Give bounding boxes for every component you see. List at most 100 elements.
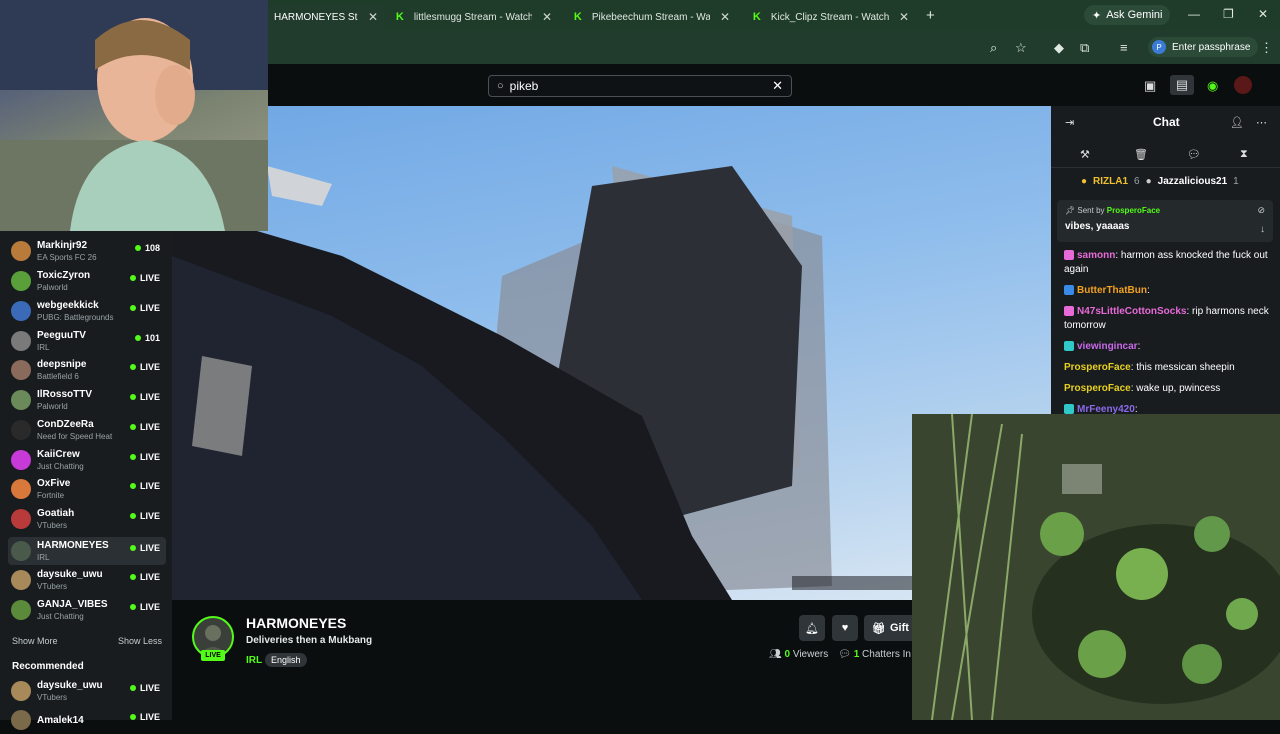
channel-name: Amalek14: [37, 714, 84, 726]
bookmark-star-icon[interactable]: ☆: [1015, 40, 1027, 56]
notification-bell-button[interactable]: 🔔︎: [799, 615, 825, 641]
stream-category-link[interactable]: IRL: [246, 655, 262, 666]
live-status: 108: [134, 243, 160, 253]
sidebar-item-toxiczyron[interactable]: ToxicZyron Palworld LIVE: [8, 267, 166, 295]
hammer-icon[interactable]: ⚒: [1080, 148, 1090, 161]
chat-username[interactable]: viewingincar: [1077, 341, 1138, 352]
maximize-icon[interactable]: ❐: [1223, 7, 1234, 21]
chat-username[interactable]: ProsperoFace: [1064, 383, 1131, 394]
live-dot-icon: [129, 574, 136, 580]
gifter-rank-icon: ●: [1081, 175, 1088, 187]
sidebar-item-daysuke-uwu[interactable]: daysuke_uwu VTubers LIVE: [8, 566, 166, 594]
sidebar-item-markinjr92[interactable]: Markinjr92 EA Sports FC 26 108: [8, 237, 166, 265]
close-icon[interactable]: ✕: [368, 10, 378, 24]
sidebar-item-condzeera[interactable]: ConDZeeRa Need for Speed Heat LIVE: [8, 416, 166, 444]
media-queue-icon[interactable]: ≡: [1120, 40, 1128, 55]
passphrase-button[interactable]: P Enter passphrase: [1148, 37, 1259, 57]
sub-badge-icon: [1064, 341, 1074, 352]
chat-username[interactable]: samonn: [1077, 250, 1115, 261]
trash-icon[interactable]: 🗑︎: [1134, 148, 1148, 161]
sidebar-item-recommended-daysuke-uwu[interactable]: daysuke_uwu VTubers LIVE: [8, 677, 166, 705]
theatre-mode-icon[interactable]: ▣: [1144, 78, 1156, 94]
viewer-count: 101: [144, 333, 160, 343]
user-avatar[interactable]: [1234, 76, 1252, 94]
search-input[interactable]: pikeb: [510, 79, 539, 93]
sidebar-item-harmoneyes[interactable]: HARMONEYES IRL LIVE: [8, 537, 166, 565]
chat-bubble-icon[interactable]: 💬︎: [1187, 148, 1201, 161]
live-dot-icon: [129, 275, 136, 281]
pinned-message[interactable]: 📌︎ Sent by ProsperoFace vibes, yaaaas ⊘ …: [1057, 200, 1273, 242]
chat-username[interactable]: ButterThatBun: [1077, 285, 1147, 296]
ask-gemini-button[interactable]: ✦ Ask Gemini: [1084, 5, 1171, 25]
minimize-icon[interactable]: —: [1188, 7, 1200, 21]
show-more-link[interactable]: Show More: [12, 636, 58, 646]
channel-name: ToxicZyron: [37, 270, 91, 281]
browser-tab[interactable]: K littlesmugg Stream - Watch Live on Kic…: [388, 4, 558, 30]
window-close-icon[interactable]: ✕: [1258, 7, 1268, 21]
tab-title: littlesmugg Stream - Watch Live on Kick: [413, 11, 532, 23]
hide-pin-icon[interactable]: ⊘: [1257, 205, 1265, 216]
browser-tab[interactable]: K Pikebeechum Stream - Watch Live on Kic…: [566, 4, 736, 30]
channel-category: Palworld: [37, 402, 68, 411]
channel-category: VTubers: [37, 693, 67, 702]
browser-tab[interactable]: HARMONEYES Stream - Watch Live on Kick ✕: [268, 4, 384, 30]
extensions-puzzle-icon[interactable]: ⧉: [1080, 40, 1089, 56]
chatters-stat: 💬︎ 1 Chatters In: [838, 649, 911, 660]
channel-category: Need for Speed Heat: [37, 432, 113, 441]
collapse-chat-icon[interactable]: ⇥: [1065, 116, 1074, 129]
close-icon[interactable]: ✕: [720, 10, 730, 24]
chat-text: this messican sheepin: [1136, 362, 1235, 373]
chat-users-icon[interactable]: 👤︎: [1230, 116, 1244, 129]
zoom-icon[interactable]: ⌕: [990, 40, 997, 56]
live-dot-icon: [129, 685, 136, 691]
channel-category: Palworld: [37, 283, 68, 292]
dashboard-icon[interactable]: ▤: [1170, 75, 1194, 95]
browser-tab[interactable]: K Kick_Clipz Stream - Watch Live on Kick…: [745, 4, 915, 30]
live-dot-icon: [129, 305, 136, 311]
channel-category: IRL: [37, 343, 50, 352]
hourglass-icon[interactable]: ⧗: [1240, 148, 1248, 161]
browser-menu-icon[interactable]: ⋮: [1260, 40, 1273, 56]
live-status: LIVE: [129, 362, 160, 372]
channel-name-heading[interactable]: HARMONEYES: [246, 615, 346, 631]
top-gifter-name[interactable]: Jazzalicious21: [1158, 176, 1227, 187]
kick-coin-icon[interactable]: ◉: [1207, 78, 1218, 94]
follow-heart-button[interactable]: ♥: [832, 615, 858, 641]
expand-arrow-icon[interactable]: ↓: [1260, 224, 1265, 235]
sidebar-item-webgeekkick[interactable]: webgeekkick PUBG: Battlegrounds LIVE: [8, 297, 166, 325]
pin-icon: 📌︎: [1065, 206, 1076, 215]
sidebar-item-ilrossottv[interactable]: IlRossoTTV Palworld LIVE: [8, 386, 166, 414]
sidebar-item-recommended-amalek14[interactable]: Amalek14 LIVE: [8, 706, 166, 734]
sub-badge-icon: [1064, 250, 1074, 261]
search-bar[interactable]: ○ pikeb ✕: [488, 75, 792, 97]
chat-more-icon[interactable]: ⋯: [1256, 116, 1267, 129]
sidebar-item-goatiah[interactable]: Goatiah VTubers LIVE: [8, 505, 166, 533]
sidebar-item-deepsnipe[interactable]: deepsnipe Battlefield 6 LIVE: [8, 356, 166, 384]
sub-badge-icon: [1064, 306, 1074, 317]
avatar: [11, 479, 31, 499]
clear-search-icon[interactable]: ✕: [772, 78, 783, 94]
close-icon[interactable]: ✕: [542, 10, 552, 24]
top-gifter-name[interactable]: RIZLA1: [1093, 176, 1128, 187]
sidebar-item-kaiicrew[interactable]: KaiiCrew Just Chatting LIVE: [8, 446, 166, 474]
gift-subs-button[interactable]: 🎁︎ Gift S: [864, 615, 912, 641]
live-status: LIVE: [129, 572, 160, 582]
viewer-stats: 👥︎ 0 Viewers 💬︎ 1 Chatters In: [769, 649, 911, 660]
show-less-link[interactable]: Show Less: [118, 636, 162, 646]
extension-diamond-icon[interactable]: ◆: [1054, 40, 1064, 56]
chat-username[interactable]: ProsperoFace: [1064, 362, 1131, 373]
tab-title: HARMONEYES Stream - Watch Live on Kick: [274, 11, 358, 23]
new-tab-button[interactable]: +: [926, 7, 935, 24]
sidebar-item-peeguutv[interactable]: PeeguuTV IRL 101: [8, 327, 166, 355]
close-icon[interactable]: ✕: [899, 10, 909, 24]
webcam-overlay: [0, 0, 268, 231]
pinned-text: vibes, yaaaas: [1065, 221, 1130, 232]
sidebar-item-ganja-vibes[interactable]: GANJA_VIBES Just Chatting LIVE: [8, 596, 166, 624]
sidebar-item-oxfive[interactable]: OxFive Fortnite LIVE: [8, 475, 166, 503]
live-status: LIVE: [129, 511, 160, 521]
avatar: [11, 450, 31, 470]
viewer-count: LIVE: [139, 273, 160, 283]
language-tag[interactable]: English: [265, 653, 307, 667]
channel-name: GANJA_VIBES: [37, 599, 108, 610]
chat-username[interactable]: N47sLittleCottonSocks: [1077, 306, 1186, 317]
